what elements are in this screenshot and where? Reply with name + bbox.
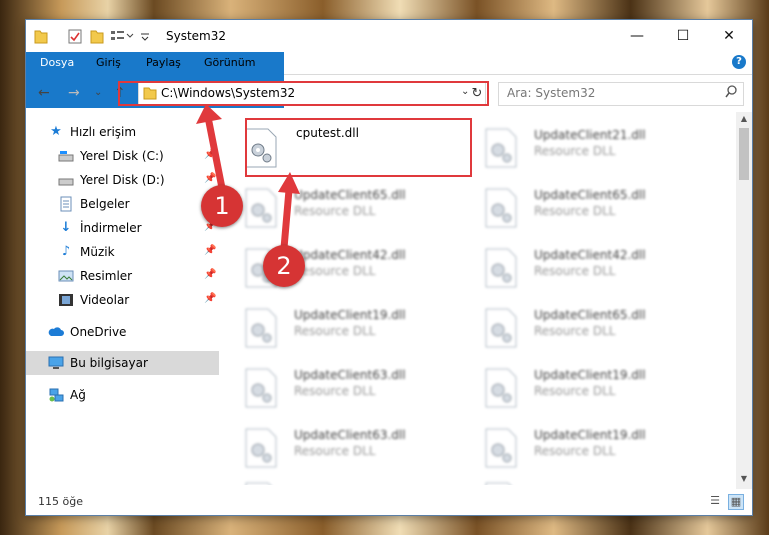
arrow-1 <box>196 104 226 192</box>
arrow-2 <box>278 172 300 252</box>
step-marker-1: 1 <box>201 185 243 227</box>
annotation-arrows <box>196 104 300 252</box>
step-marker-2: 2 <box>263 245 305 287</box>
